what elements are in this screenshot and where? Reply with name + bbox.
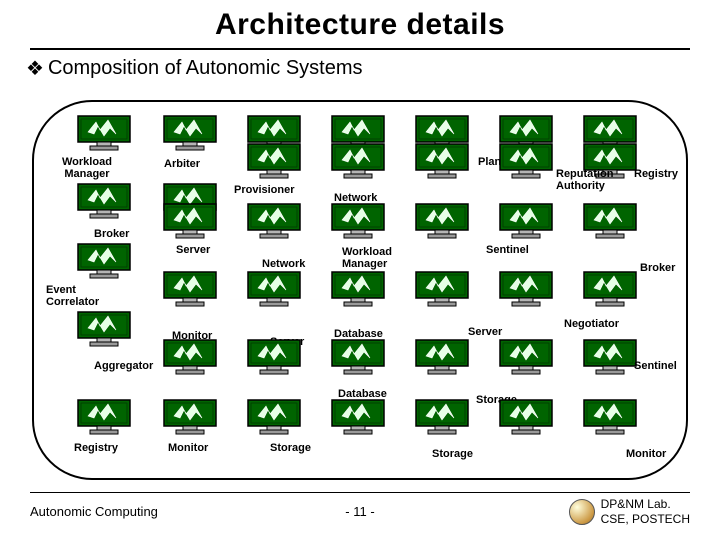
- node-r2-6: [498, 142, 554, 180]
- label-sentinel-2: Sentinel: [634, 360, 677, 372]
- node-r6-3: [246, 398, 302, 436]
- footer-left: Autonomic Computing: [30, 504, 158, 519]
- footer-page: - 11 -: [345, 504, 374, 519]
- label-server-1: Server: [176, 244, 210, 256]
- label-reputation-authority: ReputationAuthority: [556, 168, 613, 192]
- node-r6-7: [582, 398, 638, 436]
- label-arbiter: Arbiter: [164, 158, 200, 170]
- node-r3-5: [414, 202, 470, 240]
- label-registry-1: Registry: [634, 168, 678, 180]
- node-r2-1: [76, 182, 132, 220]
- label-workload-manager-1: WorkloadManager: [62, 156, 112, 180]
- footer: Autonomic Computing - 11 - DP&NM Lab.CSE…: [30, 492, 690, 526]
- node-r6-6: [498, 398, 554, 436]
- node-r3-7: [582, 202, 638, 240]
- node-r5-4: [330, 338, 386, 376]
- label-broker-1: Broker: [94, 228, 129, 240]
- node-r5-5: [414, 338, 470, 376]
- footer-divider: [30, 492, 690, 493]
- node-r5-6: [498, 338, 554, 376]
- diagram-panel: WorkloadManager Arbiter: [32, 100, 688, 480]
- footer-lab1: DP&NM Lab.: [601, 497, 671, 511]
- subtitle-text: Composition of Autonomic Systems: [48, 57, 363, 79]
- slide-title: Architecture details: [0, 0, 720, 42]
- node-r3-6: [498, 202, 554, 240]
- lab-logo-icon: [569, 499, 595, 525]
- label-sentinel-1: Sentinel: [486, 244, 529, 256]
- label-network-2: Network: [262, 258, 305, 270]
- label-broker-2: Broker: [640, 262, 675, 274]
- node-r3-3: [246, 202, 302, 240]
- label-monitor-2: Monitor: [168, 442, 208, 454]
- node-r3-4: [330, 202, 386, 240]
- node-r5-2: [162, 338, 218, 376]
- node-r5-3: [246, 338, 302, 376]
- label-storage-3: Storage: [432, 448, 473, 460]
- node-r6-4: [330, 398, 386, 436]
- label-aggregator: Aggregator: [94, 360, 153, 372]
- node-r3-1: [76, 242, 132, 280]
- node-r4-3: [246, 270, 302, 308]
- node-r4-1: [76, 310, 132, 348]
- node-r6-1: [76, 398, 132, 436]
- node-r4-5: [414, 270, 470, 308]
- node-r6-5: [414, 398, 470, 436]
- node-r6-2: [162, 398, 218, 436]
- node-r4-2: [162, 270, 218, 308]
- label-provisioner: Provisioner: [234, 184, 295, 196]
- node-r2-4: [330, 142, 386, 180]
- footer-lab2: CSE, POSTECH: [601, 512, 690, 526]
- label-workload-manager-2: WorkloadManager: [342, 246, 392, 270]
- label-server-3: Server: [468, 326, 502, 338]
- label-storage-2: Storage: [270, 442, 311, 454]
- node-workload-manager-1: [76, 114, 132, 152]
- node-r4-7: [582, 270, 638, 308]
- node-provisioner: [246, 142, 302, 180]
- label-negotiator: Negotiator: [564, 318, 619, 330]
- node-r4-6: [498, 270, 554, 308]
- node-r5-7: [582, 338, 638, 376]
- node-r4-4: [330, 270, 386, 308]
- subtitle: ❖Composition of Autonomic Systems: [0, 50, 720, 81]
- node-server-1: [162, 202, 218, 240]
- node-planner: [414, 142, 470, 180]
- node-arbiter: [162, 114, 218, 152]
- bullet-diamond-icon: ❖: [26, 58, 44, 80]
- label-event-correlator: EventCorrelator: [46, 284, 99, 308]
- label-monitor-3: Monitor: [626, 448, 666, 460]
- label-registry-2: Registry: [74, 442, 118, 454]
- footer-lab: DP&NM Lab.CSE, POSTECH: [569, 497, 690, 526]
